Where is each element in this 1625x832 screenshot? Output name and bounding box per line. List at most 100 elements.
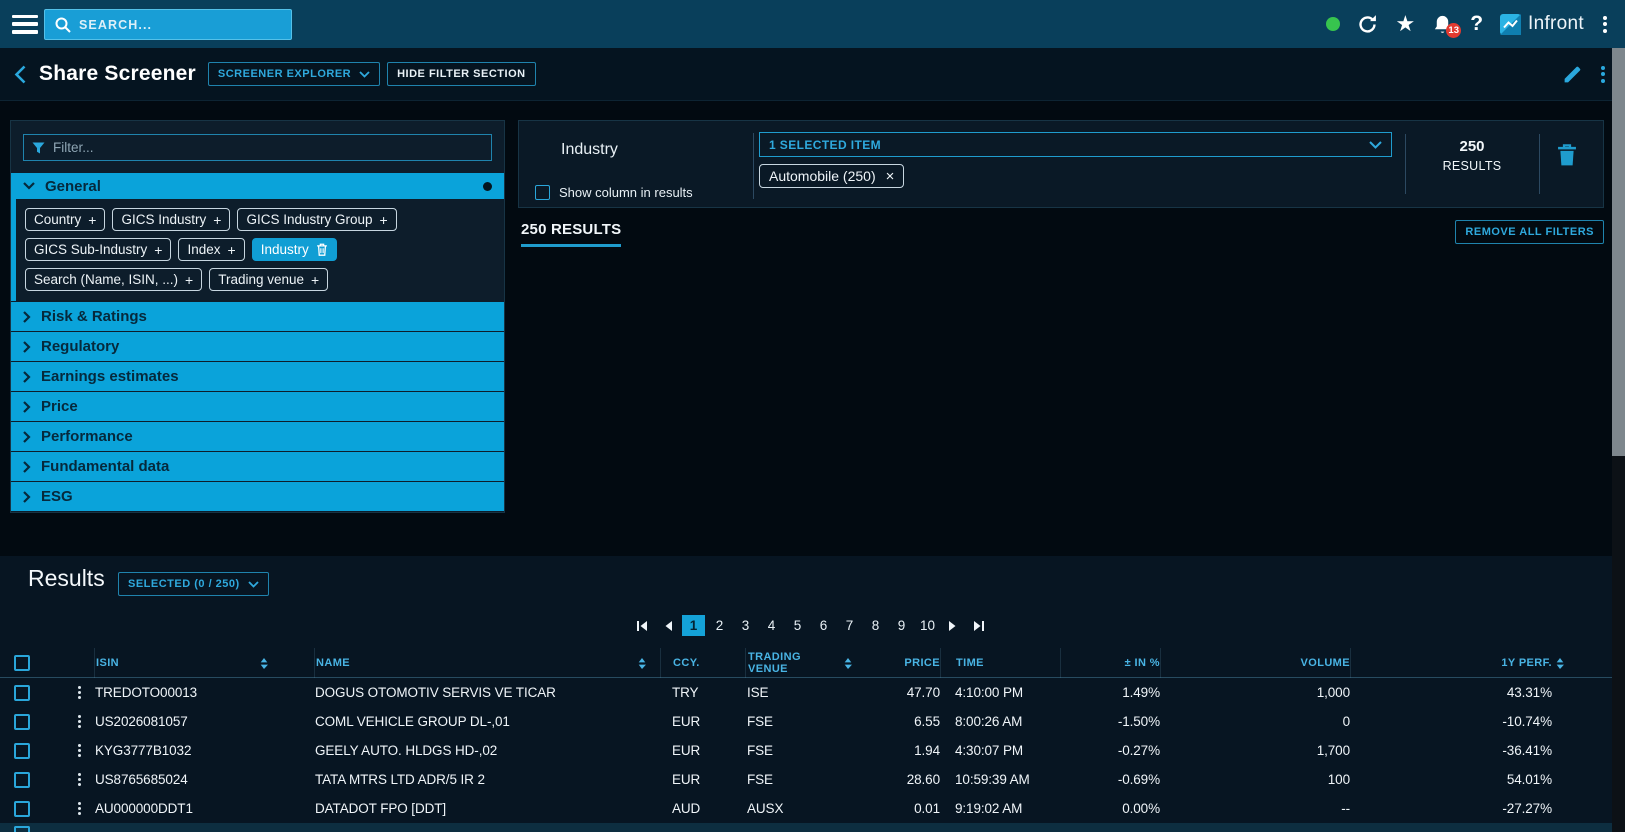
- row-checkbox[interactable]: [14, 714, 30, 730]
- table-row[interactable]: KYG3777B1032 GEELY AUTO. HLDGS HD-,02 EU…: [0, 736, 1612, 765]
- first-page-icon[interactable]: [630, 617, 654, 635]
- add-icon: +: [154, 242, 162, 258]
- chip-index[interactable]: Index+: [178, 238, 244, 261]
- table-row[interactable]: TREDOTO00013 DOGUS OTOMOTIV SERVIS VE TI…: [0, 678, 1612, 707]
- infront-logo[interactable]: Infront: [1500, 13, 1584, 35]
- help-icon[interactable]: ?: [1470, 13, 1483, 35]
- last-page-icon[interactable]: [967, 617, 991, 635]
- page-overflow-menu-icon[interactable]: [1599, 64, 1607, 85]
- chip-gics-industry[interactable]: GICS Industry+: [112, 208, 230, 231]
- main-topbar: ★ 13 ? Infront: [0, 0, 1625, 48]
- column-header-volume[interactable]: VOLUME: [1160, 648, 1350, 678]
- search-input[interactable]: [79, 18, 281, 32]
- remove-all-filters-button[interactable]: REMOVE ALL FILTERS: [1455, 220, 1604, 244]
- chevron-right-icon: [23, 491, 31, 503]
- page-button-5[interactable]: 5: [786, 615, 809, 636]
- edit-pencil-icon[interactable]: [1562, 64, 1583, 85]
- column-header-1y-perf[interactable]: 1Y PERF.: [1350, 648, 1552, 678]
- row-checkbox[interactable]: [14, 801, 30, 817]
- cell-1y-perf: -36.41%: [1350, 736, 1552, 765]
- cell-volume: 0: [1160, 707, 1350, 736]
- selected-industry-chip[interactable]: Automobile (250) ×: [759, 164, 904, 188]
- cell-isin: AU000000DDT1: [94, 794, 314, 823]
- chip-gics-industry-group[interactable]: GICS Industry Group+: [237, 208, 396, 231]
- page-button-3[interactable]: 3: [734, 615, 757, 636]
- cell-change-percent: -0.69%: [1060, 765, 1160, 794]
- row-checkbox[interactable]: [14, 685, 30, 701]
- previous-page-icon[interactable]: [657, 617, 679, 635]
- page-button-6[interactable]: 6: [812, 615, 835, 636]
- filter-group-general[interactable]: General: [11, 173, 504, 199]
- page-header: Share Screener SCREENER EXPLORER HIDE FI…: [0, 48, 1625, 101]
- filter-search-box[interactable]: [23, 134, 492, 161]
- vertical-scrollbar-track[interactable]: [1612, 48, 1625, 832]
- row-checkbox[interactable]: [14, 826, 30, 832]
- row-menu-icon[interactable]: [78, 773, 81, 786]
- chevron-right-icon: [23, 461, 31, 473]
- filter-group-price[interactable]: Price: [11, 392, 504, 421]
- favorites-star-icon[interactable]: ★: [1395, 13, 1415, 36]
- column-header-isin[interactable]: ISIN: [94, 648, 314, 678]
- chip-search-name-isin[interactable]: Search (Name, ISIN, ...)+: [25, 268, 202, 291]
- table-row[interactable]: US2026081057 COML VEHICLE GROUP DL-,01 E…: [0, 707, 1612, 736]
- chevron-right-icon: [23, 341, 31, 353]
- selected-rows-dropdown[interactable]: SELECTED (0 / 250): [118, 572, 269, 596]
- filter-group-fundamental-data[interactable]: Fundamental data: [11, 452, 504, 481]
- column-header-ccy[interactable]: CCY.: [660, 648, 745, 678]
- column-header-time[interactable]: TIME: [940, 648, 1060, 678]
- chevron-right-icon: [23, 431, 31, 443]
- chip-industry-active[interactable]: Industry: [252, 238, 337, 261]
- filter-group-esg[interactable]: ESG: [11, 482, 504, 511]
- column-header-price[interactable]: PRICE: [860, 648, 940, 678]
- brand-name: Infront: [1528, 13, 1584, 35]
- row-menu-icon[interactable]: [78, 744, 81, 757]
- results-count-tab[interactable]: 250 RESULTS: [521, 221, 621, 247]
- notifications-bell-icon[interactable]: 13: [1432, 14, 1453, 35]
- filter-group-earnings-estimates[interactable]: Earnings estimates: [11, 362, 504, 391]
- page-button-10[interactable]: 10: [916, 615, 939, 636]
- table-row[interactable]: US8765685024 TATA MTRS LTD ADR/5 IR 2 EU…: [0, 765, 1612, 794]
- row-menu-icon[interactable]: [78, 686, 81, 699]
- column-header-name[interactable]: NAME: [314, 648, 660, 678]
- table-header: ISIN NAME CCY. TRADING VENUE PRICE TIME …: [0, 648, 1612, 678]
- page-button-4[interactable]: 4: [760, 615, 783, 636]
- cell-volume: --: [1160, 794, 1350, 823]
- column-header-trading-venue[interactable]: TRADING VENUE: [745, 648, 860, 678]
- page-button-2[interactable]: 2: [708, 615, 731, 636]
- show-column-checkbox[interactable]: [535, 185, 550, 200]
- cell-name: GEELY AUTO. HLDGS HD-,02: [314, 736, 660, 765]
- column-header-perf-sort[interactable]: [1552, 648, 1612, 678]
- row-checkbox[interactable]: [14, 772, 30, 788]
- filter-group-risk-ratings[interactable]: Risk & Ratings: [11, 302, 504, 331]
- chip-country[interactable]: Country+: [25, 208, 105, 231]
- remove-icon[interactable]: ×: [886, 169, 895, 184]
- cell-1y-perf: -10.74%: [1350, 707, 1552, 736]
- vertical-scrollbar-thumb[interactable]: [1612, 48, 1625, 456]
- filter-group-regulatory[interactable]: Regulatory: [11, 332, 504, 361]
- refresh-icon[interactable]: [1357, 14, 1378, 35]
- hide-filter-section-button[interactable]: HIDE FILTER SECTION: [387, 62, 535, 86]
- row-menu-icon[interactable]: [78, 715, 81, 728]
- global-search-box[interactable]: [44, 9, 292, 40]
- column-header-change-percent[interactable]: ± IN %: [1060, 648, 1160, 678]
- page-button-1[interactable]: 1: [682, 615, 705, 636]
- select-all-checkbox[interactable]: [14, 655, 30, 671]
- industry-selected-dropdown[interactable]: 1 SELECTED ITEM: [759, 132, 1392, 157]
- page-button-7[interactable]: 7: [838, 615, 861, 636]
- chip-trading-venue[interactable]: Trading venue+: [209, 268, 328, 291]
- menu-hamburger-icon[interactable]: [12, 15, 38, 34]
- delete-filter-trash-icon[interactable]: [1557, 144, 1577, 166]
- filter-input[interactable]: [53, 140, 483, 155]
- table-row[interactable]: AU000000DDT1 DATADOT FPO [DDT] AUD AUSX …: [0, 794, 1612, 823]
- filter-group-performance[interactable]: Performance: [11, 422, 504, 451]
- row-checkbox[interactable]: [14, 743, 30, 759]
- topbar-overflow-menu-icon[interactable]: [1601, 14, 1609, 35]
- page-button-9[interactable]: 9: [890, 615, 913, 636]
- page-button-8[interactable]: 8: [864, 615, 887, 636]
- next-page-icon[interactable]: [942, 617, 964, 635]
- partially-visible-table-row[interactable]: [0, 823, 1612, 832]
- screener-explorer-dropdown[interactable]: SCREENER EXPLORER: [208, 62, 380, 86]
- back-chevron-icon[interactable]: [14, 65, 26, 84]
- chip-gics-sub-industry[interactable]: GICS Sub-Industry+: [25, 238, 171, 261]
- row-menu-icon[interactable]: [78, 802, 81, 815]
